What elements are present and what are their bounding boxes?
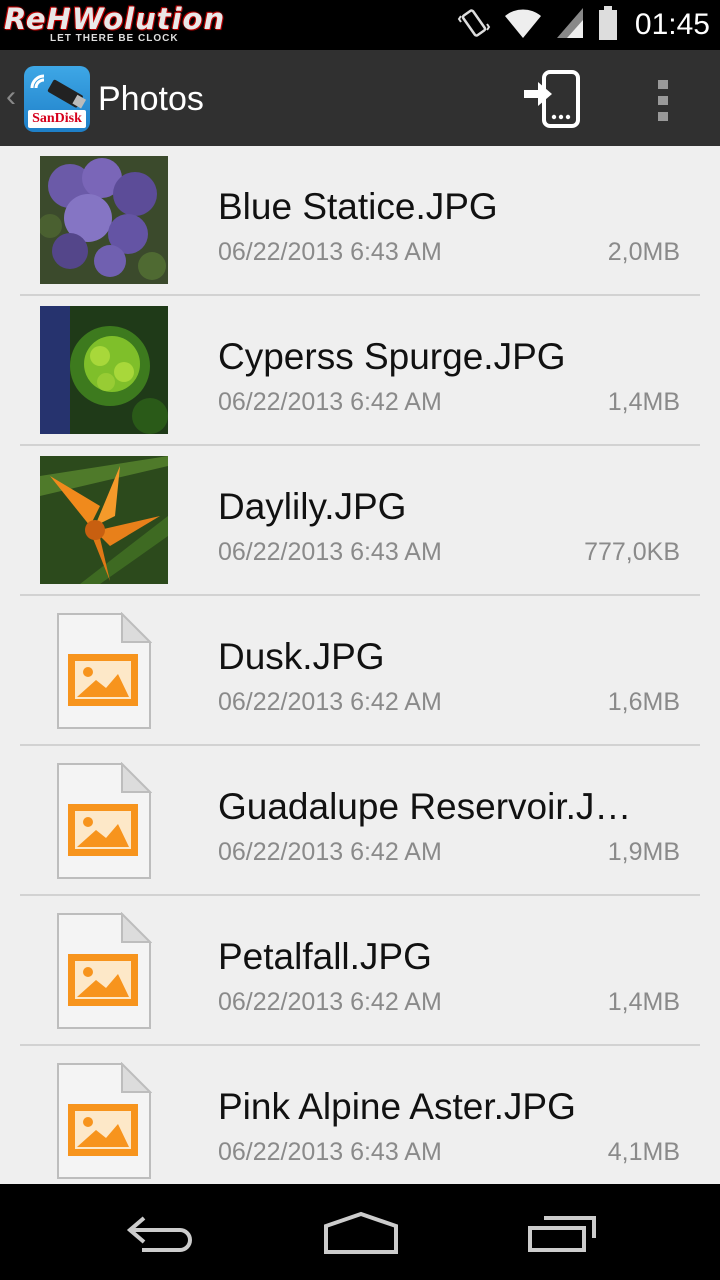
- transfer-to-device-icon: [524, 70, 580, 128]
- logo-wordmark: ReHWolution: [4, 2, 226, 36]
- image-file-icon: [56, 1061, 153, 1180]
- file-name: Daylily.JPG: [218, 486, 407, 527]
- photo-thumbnail: [40, 306, 168, 434]
- file-date: 06/22/2013 6:43 AM: [218, 1138, 442, 1166]
- sandisk-app-icon[interactable]: SanDisk: [24, 66, 90, 132]
- file-date: 06/22/2013 6:42 AM: [218, 988, 442, 1016]
- file-size: 4,1MB: [607, 1138, 680, 1166]
- file-name: Pink Alpine Aster.JPG: [218, 1086, 576, 1127]
- status-bar: ReHWolution LET THERE BE CLOCK 01:45: [0, 0, 720, 50]
- logo-tagline: LET THERE BE CLOCK: [50, 33, 179, 44]
- navigation-bar: [0, 1184, 720, 1280]
- file-list: Blue Statice.JPG 06/22/2013 6:43 AM 2,0M…: [0, 146, 720, 1184]
- file-name: Blue Statice.JPG: [218, 186, 498, 227]
- file-date: 06/22/2013 6:42 AM: [218, 388, 442, 416]
- page-title: Photos: [98, 80, 204, 118]
- rehwolution-logo: ReHWolution LET THERE BE CLOCK: [4, 2, 248, 46]
- file-size: 1,4MB: [607, 988, 680, 1016]
- file-size: 1,6MB: [607, 688, 680, 716]
- file-date: 06/22/2013 6:43 AM: [218, 238, 442, 266]
- file-size: 2,0MB: [607, 238, 680, 266]
- transfer-to-device-button[interactable]: [520, 68, 586, 132]
- file-size: 777,0KB: [584, 538, 680, 566]
- photo-thumbnail: [40, 156, 168, 284]
- signal-icon: [555, 6, 585, 45]
- list-item[interactable]: Blue Statice.JPG 06/22/2013 6:43 AM 2,0M…: [0, 146, 720, 296]
- back-button[interactable]: [114, 1204, 204, 1260]
- list-item[interactable]: Cyperss Spurge.JPG 06/22/2013 6:42 AM 1,…: [0, 296, 720, 446]
- file-name: Petalfall.JPG: [218, 936, 432, 977]
- file-name: Guadalupe Reservoir.J…: [218, 786, 632, 827]
- file-date: 06/22/2013 6:43 AM: [218, 538, 442, 566]
- photo-thumbnail: [40, 456, 168, 584]
- overflow-menu-icon: [658, 80, 668, 121]
- file-name: Dusk.JPG: [218, 636, 385, 677]
- image-file-icon: [56, 761, 153, 880]
- recent-apps-button[interactable]: [518, 1204, 608, 1260]
- vibrate-icon: [457, 6, 491, 45]
- overflow-menu-button[interactable]: [644, 76, 682, 124]
- home-button[interactable]: [316, 1204, 406, 1260]
- action-bar: ‹ SanDisk Photos: [0, 50, 720, 146]
- battery-icon: [597, 5, 619, 46]
- home-icon: [324, 1211, 398, 1254]
- list-item[interactable]: Guadalupe Reservoir.J… 06/22/2013 6:42 A…: [0, 746, 720, 896]
- wifi-icon: [503, 6, 543, 45]
- list-item[interactable]: Daylily.JPG 06/22/2013 6:43 AM 777,0KB: [0, 446, 720, 596]
- file-name: Cyperss Spurge.JPG: [218, 336, 566, 377]
- file-date: 06/22/2013 6:42 AM: [218, 838, 442, 866]
- status-icons: 01:45: [457, 4, 710, 46]
- up-caret-icon[interactable]: ‹: [6, 80, 16, 114]
- app-icon-brand: SanDisk: [28, 110, 86, 128]
- list-item[interactable]: Petalfall.JPG 06/22/2013 6:42 AM 1,4MB: [0, 896, 720, 1046]
- list-item[interactable]: Dusk.JPG 06/22/2013 6:42 AM 1,6MB: [0, 596, 720, 746]
- file-size: 1,4MB: [607, 388, 680, 416]
- recent-apps-icon: [528, 1216, 596, 1252]
- file-size: 1,9MB: [607, 838, 680, 866]
- clock: 01:45: [634, 8, 710, 41]
- file-date: 06/22/2013 6:42 AM: [218, 688, 442, 716]
- back-icon: [126, 1216, 192, 1252]
- image-file-icon: [56, 911, 153, 1030]
- list-item[interactable]: Pink Alpine Aster.JPG 06/22/2013 6:43 AM…: [0, 1046, 720, 1184]
- image-file-icon: [56, 611, 153, 730]
